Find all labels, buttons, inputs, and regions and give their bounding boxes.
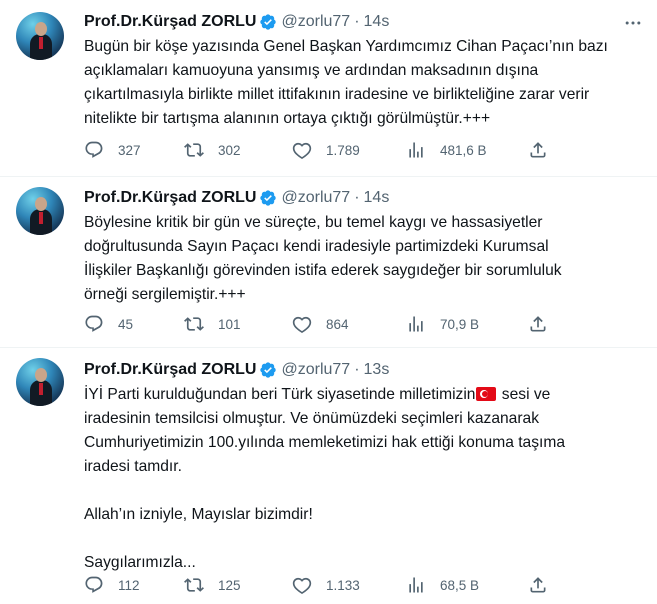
tweet-text-line: açıklamaları kamuoyuna yansımış ve ardın…: [84, 62, 539, 79]
share-button[interactable]: [528, 314, 548, 334]
share-icon: [530, 577, 546, 593]
tweet[interactable]: Prof.Dr.Kürşad ZORLU @zorlu77 · 14s Bugü…: [0, 0, 657, 177]
verified-badge-icon: [260, 362, 277, 378]
retweet-icon: [184, 578, 204, 592]
avatar[interactable]: [16, 358, 64, 406]
share-button[interactable]: [528, 575, 548, 595]
like-button[interactable]: 864: [292, 314, 349, 334]
reply-button[interactable]: 112: [84, 575, 140, 595]
avatar[interactable]: [16, 12, 64, 60]
share-icon: [530, 142, 546, 158]
reply-button[interactable]: 327: [84, 140, 141, 160]
tweet-text-line: iradesinin temsilcisi olmuştur. Ve önümü…: [84, 410, 540, 427]
retweet-count: 125: [218, 577, 241, 593]
tweet-text: Bugün bir köşe yazısında Genel Başkan Ya…: [84, 35, 644, 131]
retweet-count: 101: [218, 316, 241, 332]
views-icon: [409, 142, 423, 158]
tweet-text-line: İYİ Parti kurulduğundan beri Türk siyase…: [84, 383, 644, 407]
views-count: 70,9 B: [440, 316, 480, 332]
reply-count: 112: [118, 577, 140, 593]
retweet-icon: [184, 143, 204, 157]
tweet-text-line: Böylesine kritik bir gün ve süreçte, bu …: [84, 214, 543, 231]
views-icon: [409, 577, 423, 593]
tweet-feed: Prof.Dr.Kürşad ZORLU @zorlu77 · 14s Bugü…: [0, 0, 657, 604]
views-button[interactable]: 68,5 B: [406, 575, 479, 595]
tweet-time[interactable]: 14s: [364, 189, 390, 207]
tweet-text-line: Allah’ın izniyle, Mayıslar bizimdir!: [84, 506, 313, 523]
like-icon: [292, 316, 312, 333]
tweet-actions: 327 302 1.789 481,6 B: [84, 140, 554, 160]
retweet-button[interactable]: 125: [184, 575, 241, 595]
more-icon[interactable]: [623, 13, 643, 33]
tweet-header: Prof.Dr.Kürşad ZORLU @zorlu77 · 14s: [84, 11, 389, 33]
author-handle[interactable]: @zorlu77: [281, 13, 350, 31]
author-handle[interactable]: @zorlu77: [281, 361, 350, 379]
tweet-actions: 45 101 864 70,9 B: [84, 314, 554, 334]
share-button[interactable]: [528, 140, 548, 160]
retweet-button[interactable]: 302: [184, 140, 241, 160]
turkey-flag-emoji: [476, 387, 497, 401]
like-button[interactable]: 1.789: [292, 140, 360, 160]
views-button[interactable]: 481,6 B: [406, 140, 487, 160]
tweet-text-line: nitelikte bir tartışma alanının ortaya ç…: [84, 110, 491, 127]
avatar[interactable]: [16, 187, 64, 235]
retweet-icon: [184, 317, 204, 331]
verified-badge-icon: [260, 14, 277, 30]
tweet-text-line: İlişkiler Başkanlığı görevinden istifa e…: [84, 262, 562, 279]
reply-count: 45: [118, 316, 134, 332]
tweet-text-line: doğrultusunda Sayın Paçacı kendi iradesi…: [84, 238, 549, 255]
author-name[interactable]: Prof.Dr.Kürşad ZORLU: [84, 189, 256, 207]
like-icon: [292, 577, 312, 594]
like-count: 1.133: [326, 577, 360, 593]
views-count: 68,5 B: [440, 577, 480, 593]
tweet-text-line: Bugün bir köşe yazısında Genel Başkan Ya…: [84, 38, 608, 55]
reply-icon: [85, 576, 103, 593]
separator-dot: ·: [354, 361, 360, 378]
tweet-actions: 112 125 1.133 68,5 B: [84, 575, 554, 595]
reply-icon: [85, 315, 103, 332]
tweet-header: Prof.Dr.Kürşad ZORLU @zorlu77 · 13s: [84, 359, 389, 381]
tweet-text-segment: İYİ Parti kurulduğundan beri Türk siyase…: [84, 386, 476, 403]
tweet-time[interactable]: 13s: [364, 361, 390, 379]
like-count: 864: [326, 316, 349, 332]
reply-count: 327: [118, 142, 141, 158]
author-handle[interactable]: @zorlu77: [281, 189, 350, 207]
retweet-button[interactable]: 101: [184, 314, 241, 334]
views-button[interactable]: 70,9 B: [406, 314, 479, 334]
tweet-time[interactable]: 14s: [364, 13, 390, 31]
tweet-text-line: Saygılarımızla...: [84, 554, 196, 571]
author-name[interactable]: Prof.Dr.Kürşad ZORLU: [84, 361, 256, 379]
author-name[interactable]: Prof.Dr.Kürşad ZORLU: [84, 13, 256, 31]
tweet-text-line: örneği sergilemiştir.+++: [84, 286, 246, 303]
like-count: 1.789: [326, 142, 360, 158]
separator-dot: ·: [354, 13, 360, 30]
views-count: 481,6 B: [440, 142, 487, 158]
tweet-text-line: çıkartılmasıyla birlikte millet ittifakı…: [84, 86, 590, 103]
tweet-text-segment: sesi ve: [497, 386, 551, 403]
tweet[interactable]: Prof.Dr.Kürşad ZORLU @zorlu77 · 14s Böyl…: [0, 177, 657, 348]
reply-button[interactable]: 45: [84, 314, 133, 334]
tweet[interactable]: Prof.Dr.Kürşad ZORLU @zorlu77 · 13s İYİ …: [0, 348, 657, 604]
separator-dot: ·: [354, 189, 360, 206]
tweet-text-line: iradesi tamdır.: [84, 458, 182, 475]
verified-badge-icon: [260, 190, 277, 206]
retweet-count: 302: [218, 142, 241, 158]
like-icon: [292, 142, 312, 159]
tweet-text: İYİ Parti kurulduğundan beri Türk siyase…: [84, 383, 644, 575]
tweet-text: Böylesine kritik bir gün ve süreçte, bu …: [84, 211, 644, 307]
views-icon: [409, 316, 423, 332]
reply-icon: [85, 141, 103, 158]
tweet-text-line: Cumhuriyetimizin 100.yılında memleketimi…: [84, 434, 565, 451]
tweet-header: Prof.Dr.Kürşad ZORLU @zorlu77 · 14s: [84, 187, 389, 209]
like-button[interactable]: 1.133: [292, 575, 360, 595]
share-icon: [530, 316, 546, 332]
